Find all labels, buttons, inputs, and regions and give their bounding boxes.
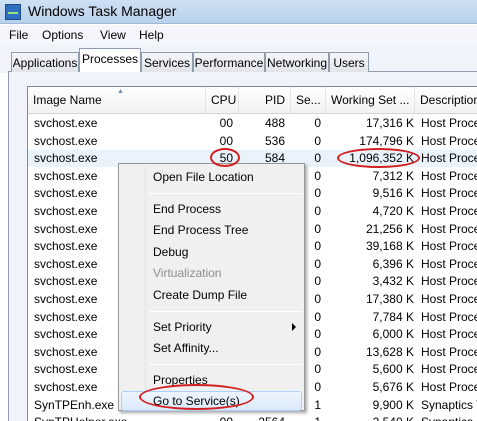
cell-desc: Synaptics Pointing — [421, 415, 477, 421]
menu-item-label: End Process — [153, 201, 222, 216]
menu-options[interactable]: Options — [42, 28, 83, 42]
cell-ws: 21,256 K — [365, 221, 414, 236]
cell-desc: Host Process — [421, 204, 477, 218]
cell-desc: Host Process — [421, 344, 477, 359]
menu-item-label: Set Affinity... — [153, 341, 219, 356]
cell-ws: 7,312 K — [372, 168, 414, 183]
tab-services[interactable]: Services — [141, 52, 193, 72]
menu-item-end-process[interactable]: End Process — [121, 199, 302, 219]
cell-ws: 17,316 K — [365, 116, 414, 130]
menu-item-label: Set Priority — [153, 319, 212, 334]
cell-name: svchost.exe — [34, 133, 98, 148]
menu-item-label: Create Dump File — [153, 288, 248, 302]
cell-ws: 7,784 K — [372, 309, 414, 324]
cell-desc: Host Process — [421, 133, 477, 148]
working-set-highlight-ring — [337, 148, 420, 168]
cell-desc: Host Process — [421, 186, 477, 201]
tab-performance[interactable]: Performance — [193, 52, 265, 72]
cell-ws: 6,396 K — [372, 256, 414, 271]
cell-ws: 39,168 K — [365, 239, 414, 254]
menu-item-label: End Process Tree — [153, 223, 249, 238]
column-description[interactable]: Description — [415, 87, 477, 114]
cell-cpu: 00 — [203, 415, 233, 421]
menu-separator — [149, 363, 302, 365]
menu-item-debug[interactable]: Debug — [121, 242, 302, 262]
cell-ses: 0 — [314, 133, 321, 148]
cell-ws: 9,900 K — [372, 397, 414, 412]
cell-desc: Host Process — [421, 151, 477, 166]
column-working-set[interactable]: Working Set ... — [326, 87, 415, 114]
menu-file[interactable]: File — [9, 28, 28, 42]
table-row[interactable]: SynTPHelper.exe 00 2564 1 2,540 K Synaptics P… — [28, 414, 477, 421]
cell-ws: 17,380 K — [365, 292, 414, 306]
cell-ws: 4,720 K — [372, 204, 414, 218]
menu-separator — [149, 310, 302, 312]
context-menu: Open File Location End Process End Process… — [118, 163, 305, 412]
cell-ws: 5,600 K — [372, 362, 414, 377]
cell-desc: Host Process — [421, 309, 477, 324]
submenu-arrow-icon — [292, 322, 296, 331]
cell-desc: Host Process — [421, 274, 477, 289]
tab-processes[interactable]: Processes — [79, 48, 141, 72]
cell-pid: 536 — [264, 133, 285, 148]
cell-ws: 174,796 K — [359, 133, 414, 148]
cell-desc: Host Process — [421, 380, 477, 394]
cell-desc: Host Process — [421, 221, 477, 236]
menu-bar: File Options View Help — [0, 25, 477, 45]
cell-name: SynTPHelper.exe — [34, 415, 184, 421]
menu-item-label: Virtualization — [153, 266, 222, 281]
menu-item-open-file-location[interactable]: Open File Location — [121, 167, 302, 187]
menu-item-create-dump-file[interactable]: Create Dump File — [121, 285, 302, 305]
table-row[interactable]: svchost.exe 00 536 0 174,796 K Host Process — [28, 133, 477, 150]
cell-ws: 2,540 K — [328, 415, 414, 421]
menu-item-set-priority[interactable]: Set Priority — [121, 317, 302, 337]
tab-applications[interactable]: Applications — [11, 52, 79, 72]
column-header-row: Image Name ▲ CPU PID Se... Working Set .… — [28, 87, 477, 114]
cell-desc: Host Process — [421, 292, 477, 306]
cell-name: svchost.exe — [34, 116, 98, 130]
menu-item-virtualization: Virtualization — [121, 263, 302, 283]
cell-pid: 488 — [264, 116, 285, 130]
cell-desc: Host Process — [421, 362, 477, 377]
menu-item-label: Open File Location — [153, 170, 254, 184]
cell-desc: Host Process — [421, 168, 477, 183]
cpu-highlight-ring — [210, 148, 240, 167]
sort-ascending-icon: ▲ — [117, 88, 124, 95]
menu-view[interactable]: View — [100, 28, 126, 42]
tab-networking[interactable]: Networking — [265, 52, 329, 72]
cell-ws: 3,432 K — [372, 274, 414, 289]
window-title: Windows Task Manager — [28, 3, 177, 19]
cell-desc: Host Process — [421, 256, 477, 271]
cell-ses: 1 — [294, 415, 321, 421]
menu-item-label: Debug — [153, 244, 189, 259]
table-row[interactable]: svchost.exe 00 488 0 17,316 K Host Process — [28, 115, 477, 132]
cell-desc: Host Process — [421, 239, 477, 254]
tab-users[interactable]: Users — [329, 52, 369, 72]
task-manager-icon — [5, 4, 21, 20]
cell-pid: 2564 — [238, 415, 285, 421]
title-bar[interactable]: Windows Task Manager — [0, 0, 477, 24]
cell-ws: 5,676 K — [372, 380, 414, 394]
cell-desc: Host Process — [421, 116, 477, 130]
menu-separator — [149, 192, 302, 194]
cell-desc: Synaptics TouchPad — [421, 397, 477, 412]
menu-item-end-process-tree[interactable]: End Process Tree — [121, 220, 302, 240]
cell-cpu: 00 — [219, 133, 233, 148]
cell-ws: 6,000 K — [372, 327, 414, 342]
cell-ws: 13,628 K — [365, 344, 414, 359]
cell-ws: 9,516 K — [372, 186, 414, 201]
cell-ses: 0 — [314, 116, 321, 130]
cell-cpu: 00 — [219, 116, 233, 130]
cell-desc: Host Process — [421, 327, 477, 342]
go-to-service-highlight-ring — [139, 384, 254, 410]
column-pid[interactable]: PID — [239, 87, 291, 114]
menu-item-set-affinity[interactable]: Set Affinity... — [121, 338, 302, 358]
column-session[interactable]: Se... — [291, 87, 326, 114]
menu-help[interactable]: Help — [139, 28, 164, 42]
column-cpu[interactable]: CPU — [206, 87, 239, 114]
